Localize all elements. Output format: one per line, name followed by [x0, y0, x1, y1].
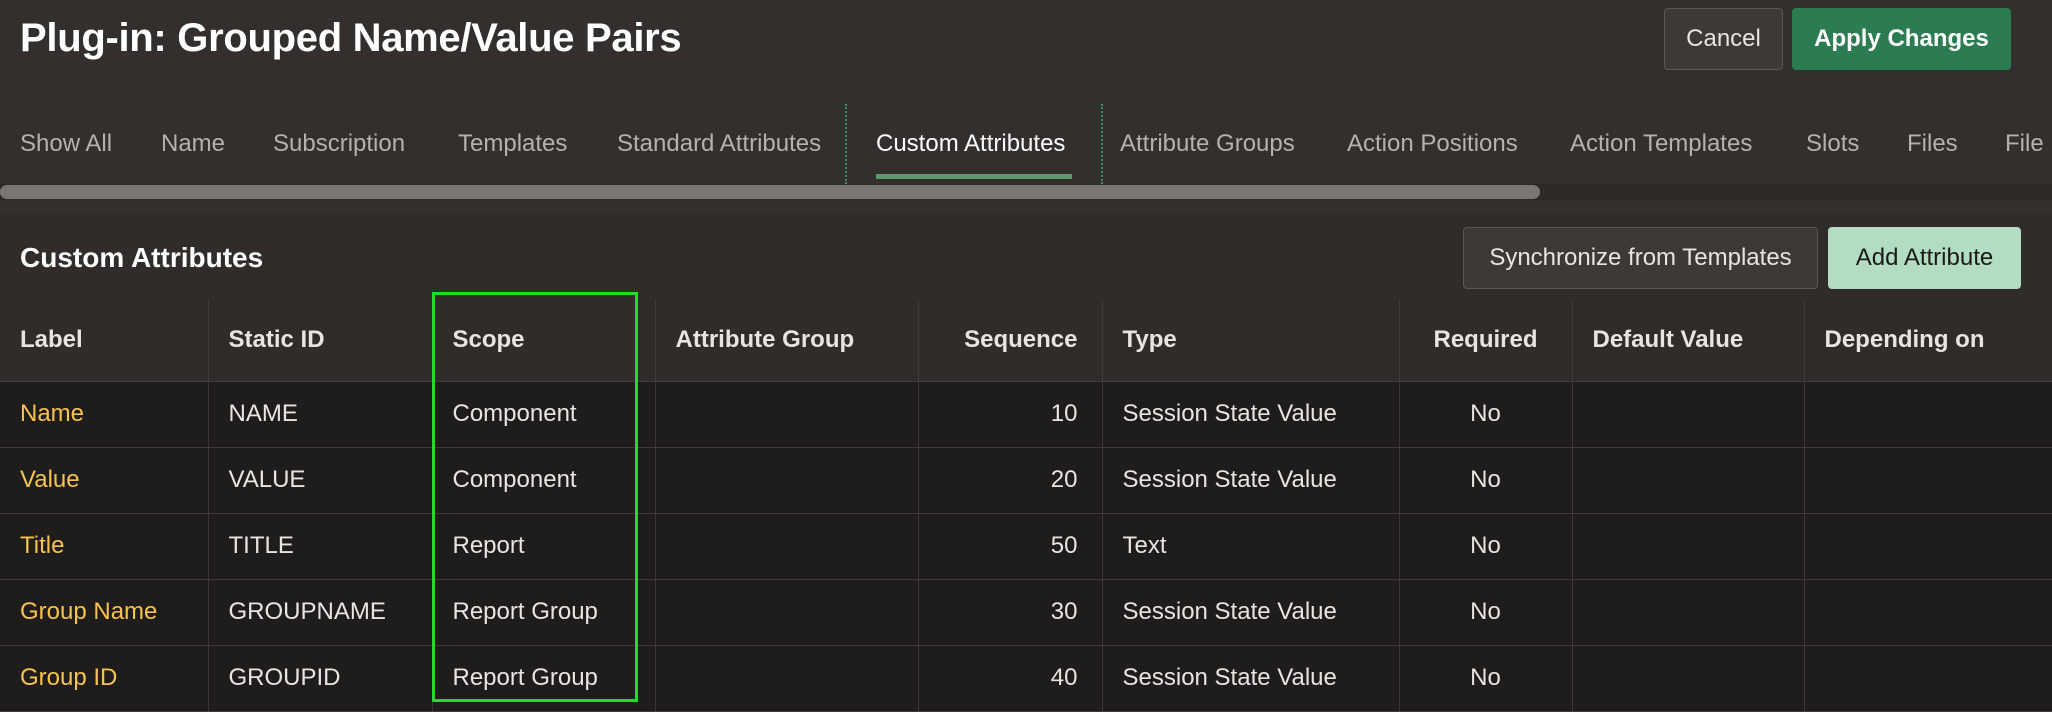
scope-cell: Report — [432, 513, 656, 580]
scope-cell: Report Group — [432, 645, 656, 712]
tab-subscription[interactable]: Subscription — [273, 130, 405, 158]
column-header-required[interactable]: Required — [1399, 299, 1573, 382]
depending-on-cell — [1804, 381, 2052, 448]
tab-slots[interactable]: Slots — [1806, 130, 1859, 158]
tab-name[interactable]: Name — [161, 130, 225, 158]
sequence-cell: 10 — [918, 381, 1103, 448]
attribute-label-link[interactable]: Name — [0, 381, 209, 448]
scope-cell: Report Group — [432, 579, 656, 646]
attribute-label-link[interactable]: Value — [0, 447, 209, 514]
depending-on-cell — [1804, 645, 2052, 712]
column-header-attribute-group[interactable]: Attribute Group — [655, 299, 919, 382]
custom-attributes-table: Label Static ID Scope Attribute Group Se… — [0, 299, 2052, 712]
tab-file-overflow[interactable]: File — [2005, 130, 2044, 158]
tab-scrollbar-thumb[interactable] — [0, 185, 1540, 199]
default-value-cell — [1572, 513, 1805, 580]
required-cell: No — [1399, 645, 1573, 712]
attribute-group-cell — [655, 447, 919, 514]
type-cell: Session State Value — [1102, 579, 1400, 646]
attribute-group-cell — [655, 381, 919, 448]
tab-divider — [845, 104, 847, 184]
column-header-sequence[interactable]: Sequence — [918, 299, 1103, 382]
tab-divider — [1101, 104, 1103, 184]
static-id-cell: TITLE — [208, 513, 433, 580]
type-cell: Session State Value — [1102, 447, 1400, 514]
column-header-static-id[interactable]: Static ID — [208, 299, 433, 382]
column-header-label[interactable]: Label — [0, 299, 209, 382]
attribute-group-cell — [655, 513, 919, 580]
default-value-cell — [1572, 447, 1805, 514]
depending-on-cell — [1804, 513, 2052, 580]
apply-changes-button[interactable]: Apply Changes — [1792, 8, 2011, 70]
region-title: Custom Attributes — [20, 242, 264, 273]
synchronize-from-templates-button[interactable]: Synchronize from Templates — [1463, 227, 1818, 289]
table-row: Title TITLE Report 50 Text No — [0, 513, 2052, 580]
depending-on-cell — [1804, 579, 2052, 646]
default-value-cell — [1572, 579, 1805, 646]
scope-cell: Component — [432, 447, 656, 514]
tab-show-all[interactable]: Show All — [20, 130, 112, 158]
page-header: Plug-in: Grouped Name/Value Pairs Cancel… — [0, 0, 2052, 86]
tab-action-positions[interactable]: Action Positions — [1347, 130, 1518, 158]
column-header-type[interactable]: Type — [1102, 299, 1400, 382]
type-cell: Session State Value — [1102, 381, 1400, 448]
required-cell: No — [1399, 579, 1573, 646]
tab-files[interactable]: Files — [1907, 130, 1958, 158]
add-attribute-button[interactable]: Add Attribute — [1828, 227, 2021, 289]
tab-standard-attributes[interactable]: Standard Attributes — [617, 130, 821, 158]
column-header-depending-on[interactable]: Depending on — [1804, 299, 2052, 382]
active-tab-indicator — [876, 174, 1072, 179]
attribute-group-cell — [655, 579, 919, 646]
sequence-cell: 20 — [918, 447, 1103, 514]
page-title: Plug-in: Grouped Name/Value Pairs — [20, 16, 682, 60]
default-value-cell — [1572, 381, 1805, 448]
tab-bar: Show All Name Subscription Templates Sta… — [0, 86, 2052, 199]
depending-on-cell — [1804, 447, 2052, 514]
cancel-button[interactable]: Cancel — [1664, 8, 1783, 70]
attribute-label-link[interactable]: Title — [0, 513, 209, 580]
attribute-label-link[interactable]: Group ID — [0, 645, 209, 712]
static-id-cell: NAME — [208, 381, 433, 448]
static-id-cell: VALUE — [208, 447, 433, 514]
attribute-label-link[interactable]: Group Name — [0, 579, 209, 646]
required-cell: No — [1399, 513, 1573, 580]
static-id-cell: GROUPID — [208, 645, 433, 712]
scope-cell: Component — [432, 381, 656, 448]
table-row: Value VALUE Component 20 Session State V… — [0, 447, 2052, 514]
table-row: Group ID GROUPID Report Group 40 Session… — [0, 645, 2052, 712]
table-row: Name NAME Component 10 Session State Val… — [0, 381, 2052, 448]
attribute-group-cell — [655, 645, 919, 712]
tab-templates[interactable]: Templates — [458, 130, 567, 158]
required-cell: No — [1399, 447, 1573, 514]
required-cell: No — [1399, 381, 1573, 448]
sequence-cell: 40 — [918, 645, 1103, 712]
static-id-cell: GROUPNAME — [208, 579, 433, 646]
table-header-row: Label Static ID Scope Attribute Group Se… — [0, 299, 2052, 382]
column-header-scope[interactable]: Scope — [432, 299, 656, 382]
tab-attribute-groups[interactable]: Attribute Groups — [1120, 130, 1295, 158]
sequence-cell: 50 — [918, 513, 1103, 580]
type-cell: Text — [1102, 513, 1400, 580]
tab-custom-attributes[interactable]: Custom Attributes — [876, 130, 1065, 158]
column-header-default-value[interactable]: Default Value — [1572, 299, 1805, 382]
sequence-cell: 30 — [918, 579, 1103, 646]
type-cell: Session State Value — [1102, 645, 1400, 712]
table-row: Group Name GROUPNAME Report Group 30 Ses… — [0, 579, 2052, 646]
default-value-cell — [1572, 645, 1805, 712]
tab-action-templates[interactable]: Action Templates — [1570, 130, 1752, 158]
